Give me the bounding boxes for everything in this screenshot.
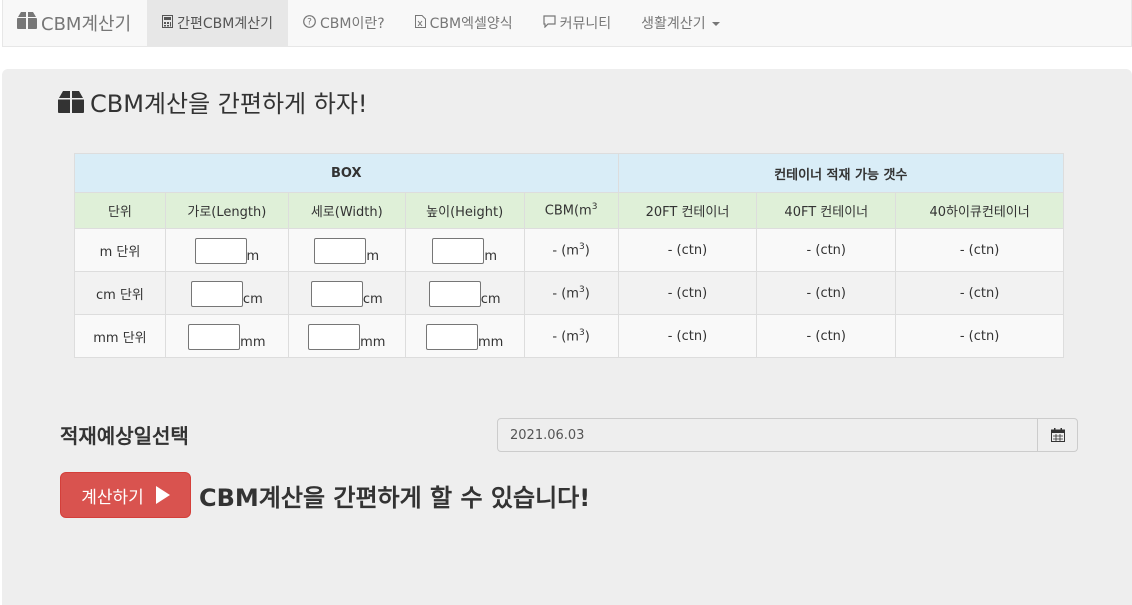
height-input-m[interactable] bbox=[432, 238, 485, 264]
col-unit: 단위 bbox=[74, 192, 166, 229]
cbm-value: - (m bbox=[552, 329, 579, 345]
height-input-mm[interactable] bbox=[426, 324, 479, 350]
length-input-cm[interactable] bbox=[190, 281, 243, 307]
calculate-button-label: 계산하기 bbox=[81, 487, 144, 508]
calendar-button[interactable] bbox=[1038, 418, 1078, 452]
width-input-m[interactable] bbox=[314, 238, 367, 264]
nav-simple-cbm[interactable]: 간편CBM계산기 bbox=[147, 0, 288, 46]
row-unit: m 단위 bbox=[74, 228, 166, 272]
caret-down-icon bbox=[711, 22, 720, 26]
comment-icon bbox=[543, 14, 556, 32]
col-height: 높이(Height) bbox=[404, 192, 525, 229]
width-input-cm[interactable] bbox=[310, 281, 363, 307]
unit-suffix: m bbox=[484, 249, 498, 264]
cbm-result: - (m3) bbox=[523, 271, 619, 315]
nav-label: CBM이란? bbox=[320, 16, 385, 32]
cbm-sup: 3 bbox=[578, 327, 585, 338]
page-title-text: CBM계산을 간편하게 하자! bbox=[90, 90, 368, 118]
unit-suffix: cm bbox=[242, 292, 263, 307]
col-cbm: CBM(m3 bbox=[523, 192, 619, 229]
calendar-icon bbox=[1050, 428, 1065, 442]
box-group-header: BOX bbox=[74, 153, 619, 193]
ft20-result: - (ctn) bbox=[617, 228, 758, 272]
height-input-cm[interactable] bbox=[428, 281, 481, 307]
calculate-button[interactable]: 계산하기 bbox=[60, 472, 191, 518]
unit-suffix: m bbox=[366, 249, 380, 264]
row-unit: cm 단위 bbox=[74, 271, 166, 315]
length-input-mm[interactable] bbox=[188, 324, 241, 350]
nav-label: CBM엑셀양식 bbox=[429, 16, 513, 32]
unit-suffix: cm bbox=[362, 292, 383, 307]
table-row-m: m 단위 m m m - (m3) - (ctn) - (ctn) - (ctn… bbox=[74, 228, 1064, 272]
cbm-sup: 3 bbox=[578, 284, 585, 295]
cbm-value: - (m bbox=[552, 286, 579, 302]
nav-what-is-cbm[interactable]: ? CBM이란? bbox=[288, 0, 400, 46]
calculator-icon bbox=[162, 14, 174, 32]
col-40hc: 40하이큐컨테이너 bbox=[895, 192, 1064, 229]
cbm-table: BOX 컨테이너 적재 가능 갯수 단위 가로(Length) 세로(Width… bbox=[74, 153, 1065, 358]
unit-suffix: cm bbox=[480, 292, 501, 307]
col-cbm-sup: 3 bbox=[591, 202, 598, 213]
nav-life-calculator-dropdown[interactable]: 생활계산기 bbox=[626, 0, 734, 46]
nav-community[interactable]: 커뮤니티 bbox=[528, 0, 627, 46]
ft40-result: - (ctn) bbox=[756, 314, 897, 358]
height-cell: cm bbox=[404, 271, 525, 315]
brand-link[interactable]: CBM계산기 bbox=[3, 0, 147, 46]
width-cell: cm bbox=[287, 271, 406, 315]
width-cell: m bbox=[287, 228, 406, 272]
col-20ft: 20FT 컨테이너 bbox=[617, 192, 758, 229]
load-date-label: 적재예상일선택 bbox=[60, 424, 189, 448]
length-cell: m bbox=[164, 228, 289, 272]
hc40-result: - (ctn) bbox=[895, 228, 1064, 272]
question-circle-icon: ? bbox=[303, 14, 316, 32]
cbm-result: - (m3) bbox=[523, 228, 619, 272]
unit-suffix: m bbox=[246, 249, 260, 264]
cbm-sup: 3 bbox=[578, 241, 585, 252]
date-input[interactable]: 2021.06.03 bbox=[497, 418, 1038, 452]
svg-text:?: ? bbox=[307, 17, 312, 27]
unit-suffix: mm bbox=[240, 335, 266, 350]
col-width: 세로(Width) bbox=[287, 192, 406, 229]
ft40-result: - (ctn) bbox=[756, 228, 897, 272]
brand-title: CBM계산기 bbox=[41, 14, 132, 35]
height-cell: m bbox=[404, 228, 525, 272]
unit-suffix: mm bbox=[360, 335, 386, 350]
container-group-header: 컨테이너 적재 가능 갯수 bbox=[617, 153, 1065, 193]
page-title: CBM계산을 간편하게 하자! bbox=[58, 84, 368, 119]
table-row-cm: cm 단위 cm cm cm - (m3) - (ctn) - (ctn) - … bbox=[74, 271, 1064, 315]
hc40-result: - (ctn) bbox=[895, 314, 1064, 358]
nav-label: 생활계산기 bbox=[641, 16, 706, 32]
box-icon bbox=[58, 90, 84, 113]
nav-label: 커뮤니티 bbox=[559, 16, 612, 32]
ft20-result: - (ctn) bbox=[617, 314, 758, 358]
top-navbar: CBM계산기 간편CBM계산기 ? CBM이란? CBM엑셀양식 커뮤니티 생활… bbox=[2, 0, 1132, 47]
nav-cbm-excel[interactable]: CBM엑셀양식 bbox=[400, 0, 528, 46]
nav-label: 간편CBM계산기 bbox=[177, 16, 273, 32]
excel-file-icon bbox=[414, 14, 426, 32]
width-cell: mm bbox=[287, 314, 406, 358]
ft20-result: - (ctn) bbox=[617, 271, 758, 315]
ft40-result: - (ctn) bbox=[756, 271, 897, 315]
box-icon bbox=[17, 12, 37, 34]
length-cell: cm bbox=[164, 271, 289, 315]
play-icon bbox=[155, 486, 170, 504]
row-unit: mm 단위 bbox=[74, 314, 166, 358]
table-row-mm: mm 단위 mm mm mm - (m3) - (ctn) - (ctn) - … bbox=[74, 314, 1064, 358]
cbm-value: - (m bbox=[552, 243, 579, 259]
col-length: 가로(Length) bbox=[164, 192, 289, 229]
hc40-result: - (ctn) bbox=[895, 271, 1064, 315]
length-cell: mm bbox=[164, 314, 289, 358]
unit-suffix: mm bbox=[478, 335, 504, 350]
col-40ft: 40FT 컨테이너 bbox=[756, 192, 897, 229]
date-picker: 2021.06.03 bbox=[497, 418, 1078, 452]
width-input-mm[interactable] bbox=[308, 324, 361, 350]
height-cell: mm bbox=[404, 314, 525, 358]
cbm-result: - (m3) bbox=[523, 314, 619, 358]
col-cbm-label: CBM(m bbox=[544, 203, 592, 219]
length-input-m[interactable] bbox=[194, 238, 247, 264]
slogan-text: CBM계산을 간편하게 할 수 있습니다! bbox=[199, 484, 591, 512]
